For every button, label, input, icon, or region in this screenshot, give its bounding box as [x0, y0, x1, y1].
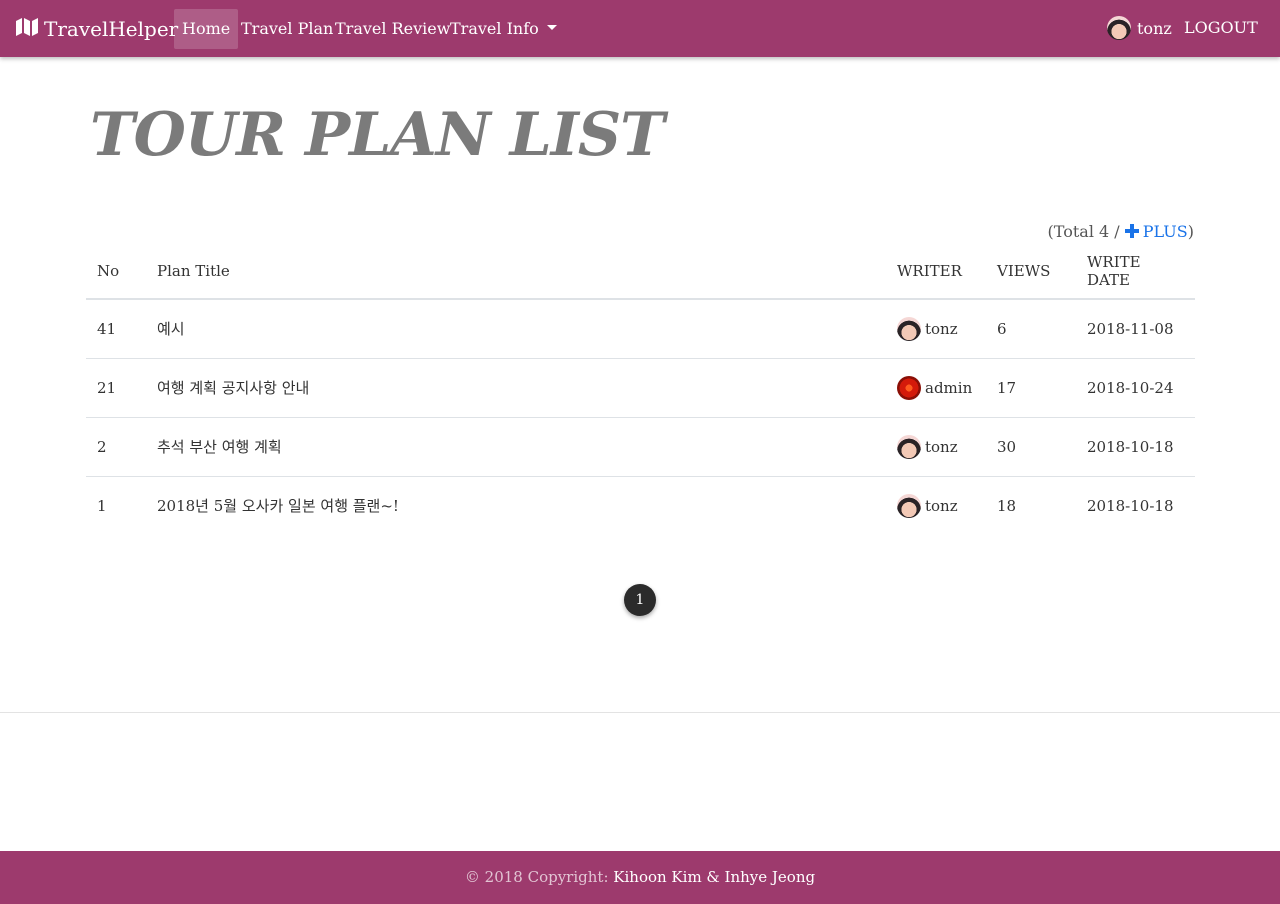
- row-no: 1: [97, 496, 107, 515]
- writer-avatar: [897, 434, 921, 459]
- row-writer: admin: [886, 358, 986, 418]
- caret-down-icon: [546, 25, 557, 30]
- header-title: Plan Title: [146, 244, 886, 300]
- header-views: VIEWS: [986, 244, 1076, 300]
- brand-link[interactable]: TravelHelper: [16, 14, 178, 44]
- user-avatar: [1107, 16, 1131, 40]
- row-title-link[interactable]: 추석 부산 여행 계획: [146, 417, 886, 477]
- nav-home[interactable]: Home: [174, 9, 239, 49]
- row-title-link[interactable]: 예시: [146, 299, 886, 359]
- row-date: 2018-10-24: [1076, 358, 1195, 418]
- plus-label: PLUS: [1142, 222, 1188, 241]
- header-writer: WRITER: [886, 244, 986, 300]
- writer-name: tonz: [925, 437, 958, 456]
- table-row[interactable]: 41 예시 tonz 6 2018-11-08: [86, 299, 1195, 359]
- top-navbar: TravelHelper Home Travel Plan Travel Rev…: [0, 0, 1280, 57]
- row-date: 2018-11-08: [1076, 299, 1195, 359]
- table-row[interactable]: 21 여행 계획 공지사항 안내 admin 17 2018-10-24: [86, 358, 1195, 418]
- row-writer: tonz: [886, 476, 986, 535]
- row-no: 41: [86, 299, 146, 359]
- writer-name: admin: [925, 378, 973, 397]
- page-title: TOUR PLAN LIST: [90, 100, 665, 170]
- nav-travel-info-label: Travel Info: [450, 19, 539, 38]
- total-suffix: ): [1187, 222, 1194, 241]
- table-header-row: No Plan Title WRITER VIEWS WRITE DATE: [86, 244, 1195, 300]
- row-no: 21: [86, 358, 146, 418]
- row-writer: tonz: [886, 417, 986, 477]
- nav-travel-plan[interactable]: Travel Plan: [233, 9, 341, 49]
- map-icon: [16, 17, 44, 41]
- writer-avatar: [897, 316, 921, 341]
- total-count: (Total 4 / PLUS): [1048, 222, 1194, 241]
- footer: © 2018 Copyright: Kihoon Kim & Inhye Jeo…: [0, 851, 1280, 904]
- writer-avatar: [897, 493, 921, 518]
- row-title-link[interactable]: 2018년 5월 오사카 일본 여행 플랜~!: [146, 476, 886, 535]
- row-views: 18: [997, 496, 1017, 515]
- row-views: 6: [986, 299, 1076, 359]
- row-writer: tonz: [886, 299, 986, 359]
- brand-name: TravelHelper: [44, 17, 179, 41]
- total-prefix: (Total 4 /: [1047, 222, 1120, 241]
- table-row[interactable]: 1 2018년 5월 오사카 일본 여행 플랜~! tonz 18 2018-1…: [86, 476, 1195, 535]
- user-name: tonz: [1137, 18, 1172, 38]
- row-views: 30: [986, 417, 1076, 477]
- nav-travel-review[interactable]: Travel Review: [327, 9, 458, 49]
- logout-link[interactable]: LOGOUT: [1184, 15, 1258, 41]
- plus-icon: [1124, 224, 1139, 238]
- row-date: 2018-10-18: [1087, 496, 1174, 515]
- writer-name: tonz: [925, 496, 958, 515]
- footer-divider: [0, 712, 1280, 713]
- user-profile[interactable]: tonz: [1107, 15, 1172, 41]
- writer-name: tonz: [925, 319, 958, 338]
- plan-table: No Plan Title WRITER VIEWS WRITE DATE 41…: [86, 244, 1195, 535]
- footer-authors: Kihoon Kim & Inhye Jeong: [613, 868, 816, 886]
- row-views: 17: [986, 358, 1076, 418]
- writer-avatar: [897, 375, 921, 400]
- nav-travel-info-dropdown[interactable]: Travel Info: [442, 9, 565, 49]
- header-date: WRITE DATE: [1076, 244, 1195, 300]
- footer-copyright: © 2018 Copyright:: [464, 868, 609, 886]
- row-title-link[interactable]: 여행 계획 공지사항 안내: [146, 358, 886, 418]
- pagination-page-1[interactable]: 1: [624, 584, 656, 616]
- plus-button[interactable]: PLUS: [1124, 222, 1188, 241]
- row-date: 2018-10-18: [1076, 417, 1195, 477]
- header-no: No: [86, 244, 146, 300]
- row-no: 2: [86, 417, 146, 477]
- table-row[interactable]: 2 추석 부산 여행 계획 tonz 30 2018-10-18: [86, 417, 1195, 477]
